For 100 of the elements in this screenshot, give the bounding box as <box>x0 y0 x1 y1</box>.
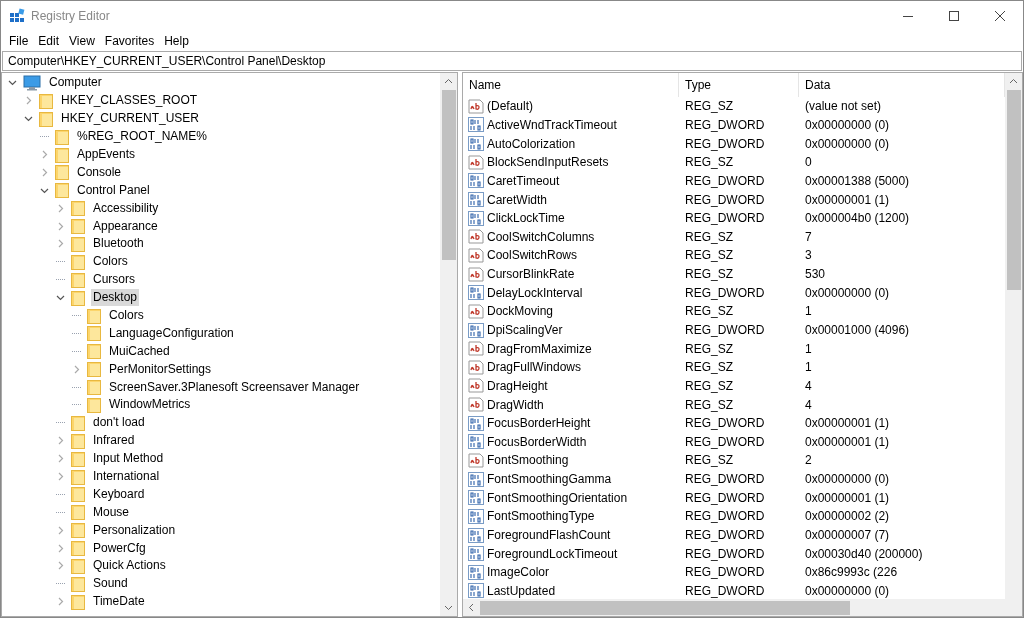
value-name[interactable]: CaretTimeout <box>487 171 560 190</box>
value-type: REG_DWORD <box>684 210 766 228</box>
chevron-down-icon[interactable] <box>8 78 17 88</box>
value-name[interactable]: CoolSwitchRows <box>487 246 578 265</box>
value-name[interactable]: FontSmoothingGamma <box>487 470 612 489</box>
address-bar[interactable]: Computer\HKEY_CURRENT_USER\Control Panel\Desktop <box>2 51 1022 71</box>
scrollbar[interactable] <box>463 599 1022 616</box>
column-header[interactable]: Type <box>679 73 799 97</box>
tree-item[interactable]: Keyboard <box>91 485 147 503</box>
tree-item[interactable]: Control Panel <box>75 181 152 199</box>
chevron-right-icon[interactable] <box>24 96 33 106</box>
value-name[interactable]: DockMoving <box>487 302 554 321</box>
tree-item[interactable]: Personalization <box>91 521 178 539</box>
chevron-right-icon[interactable] <box>72 364 81 374</box>
value-type: REG_SZ <box>684 340 734 358</box>
chevron-right-icon[interactable] <box>56 239 65 249</box>
menu-item[interactable]: File <box>4 32 34 50</box>
value-name[interactable]: (Default) <box>487 97 533 116</box>
tree-item[interactable]: LanguageConfiguration <box>107 324 236 342</box>
value-name[interactable]: DragWidth <box>487 395 544 414</box>
folder-icon <box>71 575 85 592</box>
chevron-right-icon[interactable] <box>56 597 65 607</box>
scrollbar-thumb[interactable] <box>480 600 850 615</box>
string-value-icon <box>468 341 484 357</box>
value-name[interactable]: CaretWidth <box>487 190 548 209</box>
tree-item[interactable]: Appearance <box>91 217 160 235</box>
menu-item[interactable]: Help <box>159 32 194 50</box>
value-data: 1 <box>804 340 813 358</box>
tree-item[interactable]: Sound <box>91 575 130 593</box>
value-name[interactable]: ImageColor <box>487 563 550 582</box>
value-name[interactable]: CoolSwitchColumns <box>487 227 595 246</box>
value-name[interactable]: DragFullWindows <box>487 358 582 377</box>
tree-item[interactable]: MuiCached <box>107 342 172 360</box>
binary-value-icon <box>468 322 484 338</box>
tree-item[interactable]: WindowMetrics <box>107 396 193 414</box>
chevron-right-icon[interactable] <box>40 150 49 159</box>
tree-item[interactable]: TimeDate <box>91 593 147 611</box>
tree-item[interactable]: Quick Actions <box>91 557 168 575</box>
scrollbar[interactable] <box>1005 73 1022 599</box>
scrollbar[interactable] <box>440 73 457 616</box>
chevron-right-icon[interactable] <box>56 561 65 571</box>
scrollbar-thumb[interactable] <box>1006 90 1021 290</box>
value-name[interactable]: CursorBlinkRate <box>487 265 575 284</box>
menu-item[interactable]: View <box>64 32 100 50</box>
value-type: REG_SZ <box>684 228 734 246</box>
folder-icon <box>71 522 85 539</box>
tree-item[interactable]: don't load <box>91 414 147 432</box>
string-value-icon <box>468 303 484 319</box>
value-name[interactable]: ForegroundLockTimeout <box>487 544 618 563</box>
value-name[interactable]: FontSmoothingOrientation <box>487 488 628 507</box>
value-name[interactable]: LastUpdated <box>487 581 556 599</box>
tree-item[interactable]: International <box>91 468 162 486</box>
chevron-right-icon[interactable] <box>56 525 65 535</box>
tree-item[interactable]: HKEY_CLASSES_ROOT <box>59 92 200 110</box>
value-name[interactable]: ForegroundFlashCount <box>487 526 611 545</box>
value-name[interactable]: FontSmoothingType <box>487 507 595 526</box>
tree-item[interactable]: Computer <box>47 74 104 92</box>
folder-icon <box>71 504 85 521</box>
tree-item[interactable]: PowerCfg <box>91 539 148 557</box>
chevron-right-icon[interactable] <box>56 436 65 446</box>
tree-item[interactable]: Colors <box>91 253 130 271</box>
value-name[interactable]: ClickLockTime <box>487 209 565 228</box>
chevron-right-icon[interactable] <box>56 203 65 213</box>
tree-item[interactable]: Infrared <box>91 432 137 450</box>
chevron-right-icon[interactable] <box>56 454 65 464</box>
value-name[interactable]: DelayLockInterval <box>487 283 583 302</box>
chevron-down-icon[interactable] <box>24 114 33 124</box>
tree-item[interactable]: Accessibility <box>91 199 161 217</box>
value-name[interactable]: DpiScalingVer <box>487 321 563 339</box>
scrollbar-thumb[interactable] <box>441 90 456 260</box>
tree-item[interactable]: Cursors <box>91 271 137 289</box>
value-name[interactable]: AutoColorization <box>487 134 576 153</box>
menu-item[interactable]: Favorites <box>99 32 160 50</box>
tree-item[interactable]: AppEvents <box>75 146 138 163</box>
value-name[interactable]: FocusBorderHeight <box>487 414 591 433</box>
value-name[interactable]: BlockSendInputResets <box>487 153 609 172</box>
value-name[interactable]: FontSmoothing <box>487 451 569 470</box>
value-name[interactable]: DragFromMaximize <box>487 339 592 358</box>
binary-value-icon <box>468 583 484 599</box>
chevron-right-icon[interactable] <box>56 472 65 482</box>
tree-item[interactable]: Mouse <box>91 503 132 521</box>
value-name[interactable]: DragHeight <box>487 376 548 395</box>
tree-item[interactable]: Desktop <box>91 289 140 307</box>
tree-item[interactable]: Bluetooth <box>91 235 146 253</box>
tree-item[interactable]: PerMonitorSettings <box>107 360 214 378</box>
column-header[interactable]: Name <box>463 73 679 97</box>
chevron-right-icon[interactable] <box>40 167 49 177</box>
tree-item[interactable]: ScreenSaver.3Planesoft Screensaver Manager <box>107 378 362 396</box>
menu-item[interactable]: Edit <box>33 32 65 50</box>
tree-item[interactable]: Colors <box>107 307 146 324</box>
tree-item[interactable]: %REG_ROOT_NAME% <box>75 128 210 146</box>
chevron-right-icon[interactable] <box>56 543 65 553</box>
value-name[interactable]: FocusBorderWidth <box>487 432 587 451</box>
folder-icon <box>71 593 85 610</box>
tree-item[interactable]: Console <box>75 163 124 181</box>
chevron-down-icon[interactable] <box>56 293 65 303</box>
chevron-right-icon[interactable] <box>56 221 65 231</box>
tree-item[interactable]: HKEY_CURRENT_USER <box>59 110 202 128</box>
value-name[interactable]: ActiveWndTrackTimeout <box>487 115 617 134</box>
tree-item[interactable]: Input Method <box>91 450 166 468</box>
